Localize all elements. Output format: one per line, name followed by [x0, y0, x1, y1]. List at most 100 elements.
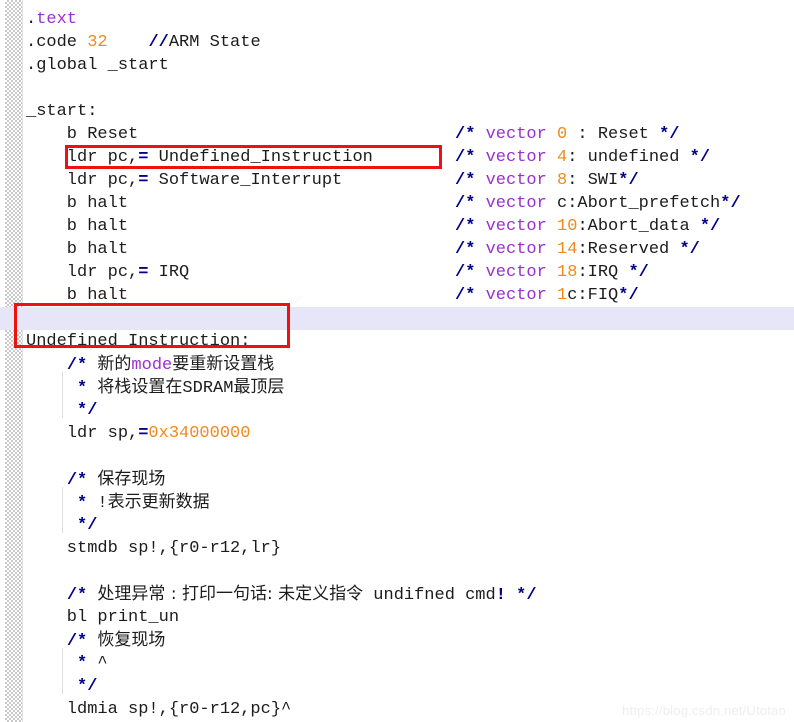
code-line[interactable]: */ [0, 514, 794, 537]
code-line-text: .global _start [26, 54, 169, 77]
code-token: 10 [557, 217, 578, 236]
code-line[interactable]: ldr pc,= IRQ /* vector 18:IRQ */ [0, 261, 794, 284]
code-line[interactable]: ldr pc,= Software_Interrupt /* vector 8: … [0, 169, 794, 192]
code-token: b Reset [26, 125, 139, 144]
code-token: bl print_un [26, 608, 180, 627]
code-token: 32 [87, 33, 108, 52]
code-line-text: ldmia sp!,{r0-r12,pc}^ [26, 698, 291, 721]
code-line[interactable]: b halt /* vector 1c:FIQ*/ [0, 284, 794, 307]
code-line-text: ldr pc,= Undefined_Instruction [26, 146, 373, 169]
code-line-comment: /* vector 4: undefined */ [455, 146, 710, 169]
code-token: /* [66, 586, 88, 605]
code-line[interactable]: /* 新的mode要重新设置栈 [0, 353, 794, 376]
code-line[interactable]: stmdb sp!,{r0-r12,lr} [0, 537, 794, 560]
code-line[interactable]: /* 保存现场 [0, 468, 794, 491]
code-token: 8 [557, 171, 568, 190]
code-token: 4 [557, 148, 568, 167]
code-token: 保存现场 [97, 469, 166, 489]
code-line[interactable]: ldr pc,= Undefined_Instruction /* vector … [0, 146, 794, 169]
code-token: IRQ [148, 263, 190, 282]
code-line[interactable]: bl print_un [0, 606, 794, 629]
code-line-comment: /* vector 14:Reserved */ [455, 238, 700, 261]
watermark-text: https://blog.csdn.net/Utotao [622, 703, 786, 718]
code-token: vector [485, 286, 547, 305]
code-line-highlighted[interactable] [0, 307, 794, 330]
code-token: /* [455, 194, 476, 213]
code-line[interactable]: /* 恢复现场 [0, 629, 794, 652]
code-line[interactable]: * 将栈设置在SDRAM最顶层 [0, 376, 794, 399]
code-token: ! [97, 494, 108, 513]
code-line[interactable]: b halt /* vector 14:Reserved */ [0, 238, 794, 261]
code-token: Undefined_Instruction: [26, 332, 251, 351]
code-token: b halt [26, 217, 129, 236]
code-token: */ [77, 516, 98, 535]
code-line-text: b halt [26, 215, 128, 238]
code-line-comment: /* vector 18:IRQ */ [455, 261, 649, 284]
code-token: /* [455, 286, 476, 305]
code-token: = [138, 424, 149, 443]
code-line[interactable]: */ [0, 399, 794, 422]
code-token: = [138, 148, 149, 167]
code-line[interactable]: b Reset /* vector 0 : Reset */ [0, 123, 794, 146]
code-token: * [77, 654, 88, 673]
code-token: vector [485, 240, 547, 259]
code-token: 将栈设置在 [97, 377, 183, 397]
code-line[interactable]: * ^ [0, 652, 794, 675]
code-token: */ [618, 171, 639, 190]
code-token: :Abort_data [577, 217, 700, 236]
source-code-area[interactable]: .text .code 32 //ARM State .global _start _… [0, 0, 794, 722]
code-line-text: b halt [26, 238, 128, 261]
code-token: c:Abort_prefetch [546, 194, 721, 213]
code-line-text: * 将栈设置在SDRAM最顶层 [26, 376, 284, 400]
code-line[interactable]: */ [0, 675, 794, 698]
code-line-comment: /* vector 0 : Reset */ [455, 123, 679, 146]
code-line[interactable]: Undefined_Instruction: [0, 330, 794, 353]
code-line[interactable] [0, 560, 794, 583]
code-line[interactable]: /* 处理异常 : 打印一句话: 未定义指令 undifned cmd! */ [0, 583, 794, 606]
code-token: b halt [26, 286, 129, 305]
code-token: vector [485, 263, 547, 282]
code-line-text: ldr pc,= IRQ [26, 261, 189, 284]
code-line[interactable]: b halt /* vector c:Abort_prefetch*/ [0, 192, 794, 215]
code-line[interactable]: * !表示更新数据 [0, 491, 794, 514]
code-line[interactable]: b halt /* vector 10:Abort_data */ [0, 215, 794, 238]
code-line[interactable]: _start: [0, 100, 794, 123]
code-line[interactable] [0, 445, 794, 468]
code-line[interactable] [0, 77, 794, 100]
code-token: 要重新设置栈 [172, 354, 275, 374]
code-token: /* [455, 148, 476, 167]
code-line[interactable]: .code 32 //ARM State [0, 31, 794, 54]
code-editor-surface[interactable]: .text .code 32 //ARM State .global _start _… [0, 0, 794, 722]
guide-mode-block [62, 372, 63, 418]
code-line[interactable]: .global _start [0, 54, 794, 77]
code-token: c:FIQ [567, 286, 619, 305]
code-token: .code [26, 33, 88, 52]
code-line[interactable]: ldr sp,=0x34000000 [0, 422, 794, 445]
code-line-comment: /* vector 8: SWI*/ [455, 169, 639, 192]
code-token: . [26, 10, 37, 29]
code-line[interactable]: .text [0, 8, 794, 31]
code-token: 新的 [97, 354, 132, 374]
guide-save-block [62, 487, 63, 533]
code-token: */ [618, 286, 639, 305]
code-line-text: * ^ [26, 652, 108, 675]
code-token: b halt [26, 194, 129, 213]
code-line-text: /* 恢复现场 [26, 629, 166, 653]
